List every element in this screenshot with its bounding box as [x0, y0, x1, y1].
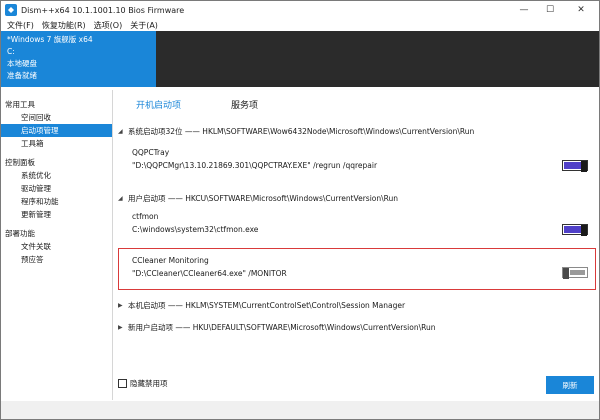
section-label: 用户启动项 —— HKCU\SOFTWARE\Microsoft\Windows… — [128, 194, 399, 203]
title-bar: Dism++x64 10.1.1001.10 Bios Firmware — ☐… — [1, 1, 599, 19]
highlight-box — [118, 248, 596, 290]
window-title: Dism++x64 10.1.1001.10 Bios Firmware — [21, 5, 185, 15]
maximize-button[interactable]: ☐ — [537, 1, 563, 19]
section-new-user-startup[interactable]: ▶ 新用户启动项 —— HKU\DEFAULT\SOFTWARE\Microso… — [118, 322, 436, 333]
menu-about[interactable]: 关于(A) — [130, 20, 158, 31]
chevron-down-icon: ◢ — [118, 128, 123, 135]
hide-disabled-option[interactable]: 隐藏禁用项 — [118, 378, 168, 389]
main-panel: 开机启动项 服务项 ◢ 系统启动项32位 —— HKLM\SOFTWARE\Wo… — [114, 90, 599, 400]
sidebar-group-common-tools: 常用工具 — [5, 100, 35, 109]
section-local-startup[interactable]: ▶ 本机启动项 —— HKLM\SYSTEM\CurrentControlSet… — [118, 300, 405, 311]
toggle-qqpctray[interactable] — [562, 160, 588, 172]
status-text: 准备就绪 — [7, 71, 37, 80]
sidebar-group-control-panel: 控制面板 — [5, 158, 35, 167]
hide-disabled-checkbox[interactable] — [118, 379, 127, 388]
tab-services[interactable]: 服务项 — [231, 98, 258, 112]
entry-name: QQPCTray — [132, 148, 170, 157]
entry-name: ctfmon — [132, 212, 159, 221]
disk-type: 本地硬盘 — [7, 59, 37, 68]
sidebar-item-driver-manager[interactable]: 驱动管理 — [1, 182, 112, 195]
close-button[interactable]: ✕ — [563, 1, 599, 19]
section-label: 系统启动项32位 —— HKLM\SOFTWARE\Wow6432Node\Mi… — [128, 127, 475, 136]
hide-disabled-label: 隐藏禁用项 — [130, 379, 168, 388]
section-label: 新用户启动项 —— HKU\DEFAULT\SOFTWARE\Microsoft… — [128, 323, 436, 332]
os-name: *Windows 7 旗舰版 x64 — [7, 35, 93, 44]
sidebar-item-file-association[interactable]: 文件关联 — [1, 240, 112, 253]
status-bar — [1, 401, 599, 419]
window-controls: — ☐ ✕ — [511, 1, 599, 19]
drive-letter: C: — [7, 47, 15, 56]
app-logo-icon — [5, 4, 17, 16]
sidebar-item-space-recovery[interactable]: 空间回收 — [1, 111, 112, 124]
sidebar: 常用工具 空间回收 启动项管理 工具箱 控制面板 系统优化 驱动管理 程序和功能… — [1, 90, 113, 400]
section-user-startup[interactable]: ◢ 用户启动项 —— HKCU\SOFTWARE\Microsoft\Windo… — [118, 193, 398, 204]
sidebar-item-startup-manager[interactable]: 启动项管理 — [1, 124, 112, 137]
section-label: 本机启动项 —— HKLM\SYSTEM\CurrentControlSet\C… — [128, 301, 406, 310]
menu-file[interactable]: 文件(F) — [7, 20, 34, 31]
sidebar-item-update-manager[interactable]: 更新管理 — [1, 208, 112, 221]
section-system-startup-32[interactable]: ◢ 系统启动项32位 —— HKLM\SOFTWARE\Wow6432Node\… — [118, 126, 474, 137]
menu-options[interactable]: 选项(O) — [94, 20, 123, 31]
chevron-right-icon: ▶ — [118, 302, 123, 309]
refresh-button[interactable]: 刷新 — [546, 376, 594, 394]
tab-bar: 开机启动项 服务项 — [114, 98, 286, 112]
sidebar-item-programs[interactable]: 程序和功能 — [1, 195, 112, 208]
sidebar-item-answer-file[interactable]: 预应答 — [1, 253, 112, 266]
entry-command: "D:\QQPCMgr\13.10.21869.301\QQPCTRAY.EXE… — [132, 161, 378, 170]
sidebar-group-deploy: 部署功能 — [5, 229, 35, 238]
sidebar-item-system-optimize[interactable]: 系统优化 — [1, 169, 112, 182]
entry-command: C:\windows\system32\ctfmon.exe — [132, 225, 259, 234]
app-window: Dism++x64 10.1.1001.10 Bios Firmware — ☐… — [0, 0, 600, 420]
header-banner — [156, 31, 599, 87]
menu-bar: 文件(F) 恢复功能(R) 选项(O) 关于(A) — [1, 19, 599, 31]
tab-startup-items[interactable]: 开机启动项 — [136, 98, 181, 112]
chevron-down-icon: ◢ — [118, 195, 123, 202]
minimize-button[interactable]: — — [511, 1, 537, 19]
toggle-ctfmon[interactable] — [562, 224, 588, 236]
footer-bar: 隐藏禁用项 刷新 — [114, 371, 599, 401]
system-info-panel[interactable]: *Windows 7 旗舰版 x64 C: 本地硬盘 准备就绪 — [1, 31, 156, 87]
menu-restore[interactable]: 恢复功能(R) — [42, 20, 86, 31]
sidebar-item-toolbox[interactable]: 工具箱 — [1, 137, 112, 150]
chevron-right-icon: ▶ — [118, 324, 123, 331]
